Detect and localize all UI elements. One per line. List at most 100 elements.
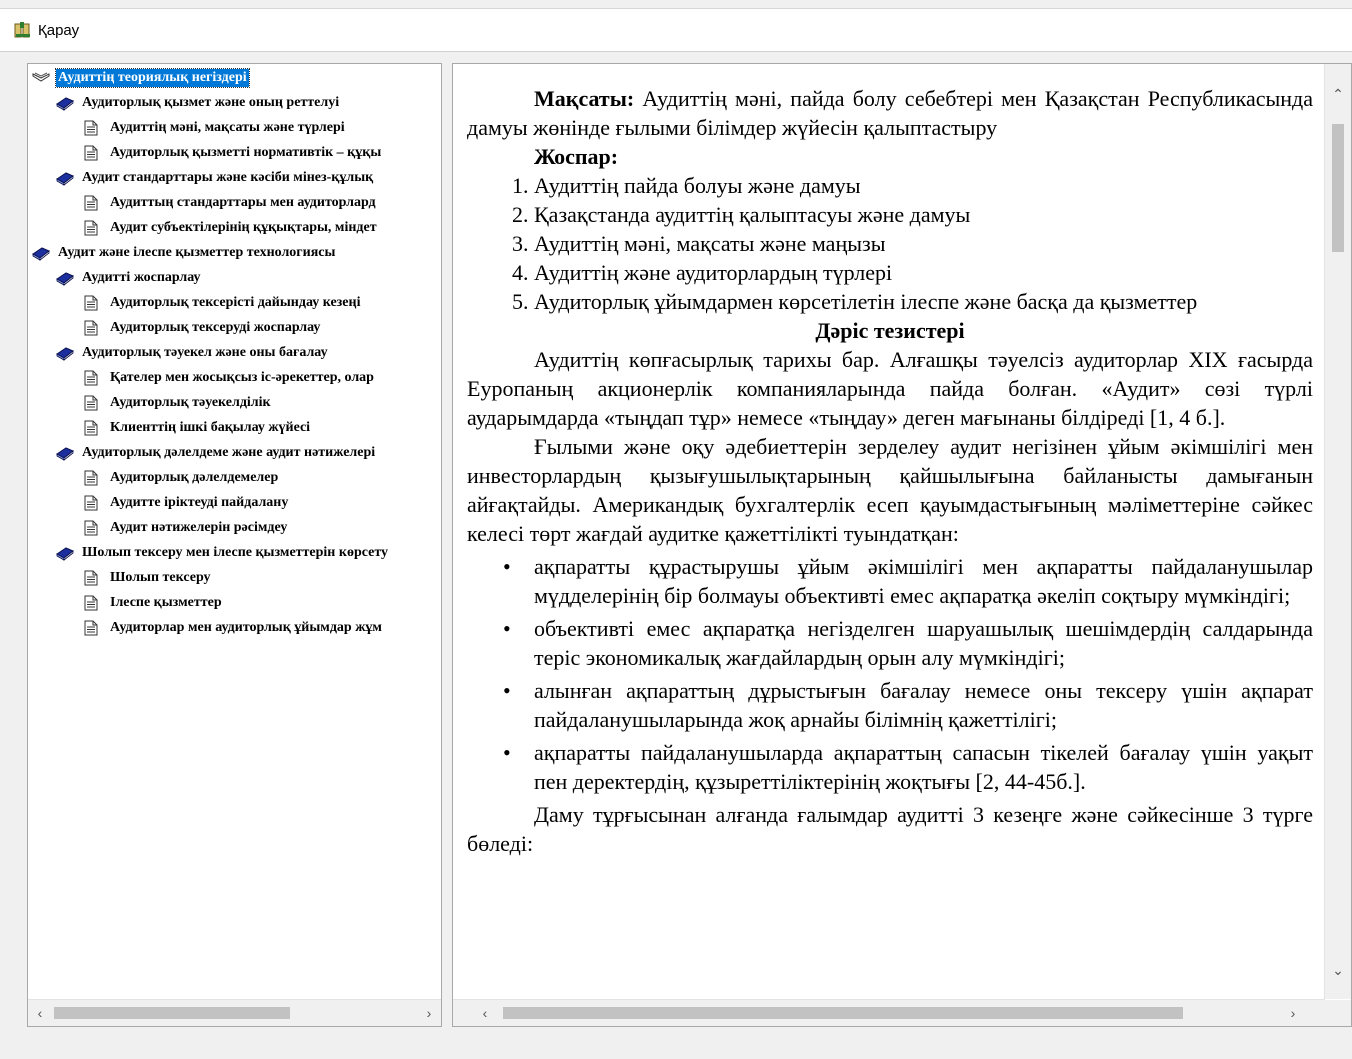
tree-item-label: Аудиторлық дәлелдеме және аудит нәтижеле… (82, 445, 376, 460)
window-top-edge (0, 0, 1352, 9)
book-icon (56, 445, 74, 461)
tree-item-label: Аудиторлық қызметті нормативтік – құқы (110, 145, 382, 160)
open-book-icon (32, 70, 50, 86)
document-icon (84, 520, 102, 536)
document-icon (84, 320, 102, 336)
tree-item-label: Аудит нәтижелерін рәсімдеу (110, 520, 288, 535)
document-icon (84, 295, 102, 311)
tree-item[interactable]: Қателер мен жосықсыз іс-әрекеттер, олар (84, 367, 376, 389)
view-icon (14, 21, 32, 39)
scroll-down-arrow-icon[interactable]: ⌄ (1328, 960, 1348, 980)
scroll-corner (1325, 1000, 1351, 1026)
tree-item-label: Аудиторлық тексерісті дайындау кезеңі (110, 295, 361, 310)
scroll-right-arrow-icon[interactable]: › (419, 1003, 439, 1023)
tree-item[interactable]: Аудиторлар мен аудиторлық ұйымдар жұм (84, 617, 384, 639)
tree-item-label: Аудит және ілеспе қызметтер технологиясы (58, 245, 336, 260)
book-icon (32, 245, 50, 261)
document-icon (84, 120, 102, 136)
tree-item[interactable]: Аудиторлық қызмет және оның реттелуі (56, 92, 341, 114)
tree-item[interactable]: Аудиторлық тәуекел және оны бағалау (56, 342, 330, 364)
tree-item-label: Шолып тексеру (110, 570, 211, 585)
tree-item[interactable]: Аудиторлық тексерісті дайындау кезеңі (84, 292, 362, 314)
document-icon (84, 395, 102, 411)
tree-item[interactable]: Аудиттың стандарттары мен аудиторлард (84, 192, 378, 214)
book-icon (56, 95, 74, 111)
tree-item[interactable]: Шолып тексеру мен ілеспе қызметтерін көр… (56, 542, 390, 564)
tree-item-label: Клиенттің ішкі бақылау жүйесі (110, 420, 311, 435)
goal-label: Мақсаты: (534, 86, 635, 111)
tree-item[interactable]: Клиенттің ішкі бақылау жүйесі (84, 417, 312, 439)
paragraph: Ғылыми және оқу әдебиеттерін зерделеу ау… (467, 434, 1313, 546)
document-icon (84, 195, 102, 211)
tree-item[interactable]: Аудиттің теориялық негіздері (32, 67, 250, 89)
tree-item[interactable]: Аудит және ілеспе қызметтер технологиясы (32, 242, 337, 264)
tree-horizontal-scrollbar[interactable]: ‹ › (28, 999, 441, 1026)
theses-heading: Дәріс тезистері (815, 318, 965, 343)
view-label: Қарау (38, 21, 80, 39)
scroll-left-arrow-icon[interactable]: ‹ (475, 1003, 495, 1023)
document-icon (84, 220, 102, 236)
book-icon (56, 170, 74, 186)
document-icon (84, 145, 102, 161)
tree-item[interactable]: Аудиторлық қызметті нормативтік – құқы (84, 142, 383, 164)
plan-item: Қазақстанда аудиттің қалыптасуы және дам… (534, 200, 1313, 229)
scroll-right-arrow-icon[interactable]: › (1283, 1003, 1303, 1023)
tree-item-label: Аудиторлық тексеруді жоспарлау (110, 320, 321, 335)
paragraph: Аудиттің көпғасырлық тарихы бар. Алғашқы… (467, 347, 1313, 430)
tree-item[interactable]: Шолып тексеру (84, 567, 213, 589)
tree-item[interactable]: Аудитті жоспарлау (56, 267, 203, 289)
tree-item[interactable]: Аудиттің мәні, мақсаты және түрлері (84, 117, 347, 139)
tree-item-label: Аудиттің мәні, мақсаты және түрлері (110, 120, 345, 135)
plan-item: Аудиттің мәні, мақсаты және маңызы (534, 229, 1313, 258)
contents-tree-panel: Аудиттің теориялық негіздері Аудиторлық қ… (27, 63, 442, 1027)
document-panel: Мақсаты: Аудиттің мәні, пайда болу себеб… (452, 63, 1352, 1027)
book-icon (56, 545, 74, 561)
plan-list: Аудиттің пайда болуы және дамуы Қазақста… (467, 171, 1313, 316)
contents-tree: Аудиттің теориялық негіздері Аудиторлық қ… (28, 64, 441, 999)
document-icon (84, 495, 102, 511)
tree-item-label: Аудитті жоспарлау (82, 270, 201, 285)
tree-item[interactable]: Аудит нәтижелерін рәсімдеу (84, 517, 289, 539)
plan-item: Аудиттің пайда болуы және дамуы (534, 171, 1313, 200)
tree-item[interactable]: Аудиторлық дәлелдеме және аудит нәтижеле… (56, 442, 377, 464)
tree-item-label: Шолып тексеру мен ілеспе қызметтерін көр… (82, 545, 389, 560)
plan-item: Аудиттің және аудиторлардың түрлері (534, 258, 1313, 287)
document-icon (84, 595, 102, 611)
tree-item-label: Ілеспе қызметтер (110, 595, 222, 610)
document-icon (84, 570, 102, 586)
tree-item[interactable]: Аудит стандарттары және кәсіби мінез-құл… (56, 167, 375, 189)
document-scroll-thumb[interactable] (1332, 124, 1344, 252)
tree-item[interactable]: Аудиторлық дәлелдемелер (84, 467, 280, 489)
tree-scroll-thumb[interactable] (54, 1007, 290, 1019)
scroll-up-arrow-icon[interactable]: ⌃ (1328, 84, 1348, 104)
tree-item[interactable]: Аудит субъектілерінің құқықтары, міндет (84, 217, 379, 239)
tree-item-label: Аудит субъектілерінің құқықтары, міндет (110, 220, 377, 235)
tree-item-label: Аудиттің теориялық негіздері (55, 68, 250, 88)
plan-item: Аудиторлық ұйымдармен көрсетілетін ілесп… (534, 287, 1313, 316)
bullet-list: ақпаратты құрастырушы ұйым әкімшілігі ме… (467, 552, 1313, 796)
tree-item-label: Аудит стандарттары және кәсіби мінез-құл… (82, 170, 374, 185)
tree-item-label: Аудиторлық тәуекелділік (110, 395, 271, 410)
document-horizontal-scrollbar[interactable]: ‹ › (453, 999, 1325, 1026)
view-button[interactable]: Қарау (14, 19, 79, 41)
document-vertical-scrollbar[interactable]: ⌃ ⌄ (1324, 64, 1351, 999)
tree-item-label: Аудитте іріктеуді пайдалану (110, 495, 289, 510)
tree-item[interactable]: Аудиторлық тексеруді жоспарлау (84, 317, 322, 339)
tree-item[interactable]: Аудитте іріктеуді пайдалану (84, 492, 290, 514)
tree-item[interactable]: Ілеспе қызметтер (84, 592, 224, 614)
scroll-left-arrow-icon[interactable]: ‹ (30, 1003, 50, 1023)
paragraph: Даму тұрғысынан алғанда ғалымдар аудитті… (467, 802, 1313, 856)
tree-item-label: Аудиторлық дәлелдемелер (110, 470, 279, 485)
goal-paragraph: Мақсаты: Аудиттің мәні, пайда болу себеб… (467, 84, 1313, 142)
toolbar: Қарау (0, 9, 1352, 52)
tree-item[interactable]: Аудиторлық тәуекелділік (84, 392, 273, 414)
bullet-item: объективті емес ақпаратқа негізделген ша… (503, 614, 1313, 672)
plan-heading: Жоспар: (534, 144, 619, 169)
tree-item-label: Аудиторлар мен аудиторлық ұйымдар жұм (110, 620, 382, 635)
tree-item-label: Аудиторлық тәуекел және оны бағалау (82, 345, 328, 360)
tree-item-label: Қателер мен жосықсыз іс-әрекеттер, олар (110, 370, 374, 385)
document-icon (84, 620, 102, 636)
document-horizontal-scroll-thumb[interactable] (503, 1007, 1183, 1019)
book-icon (56, 345, 74, 361)
tree-item-label: Аудиторлық қызмет және оның реттелуі (82, 95, 340, 110)
